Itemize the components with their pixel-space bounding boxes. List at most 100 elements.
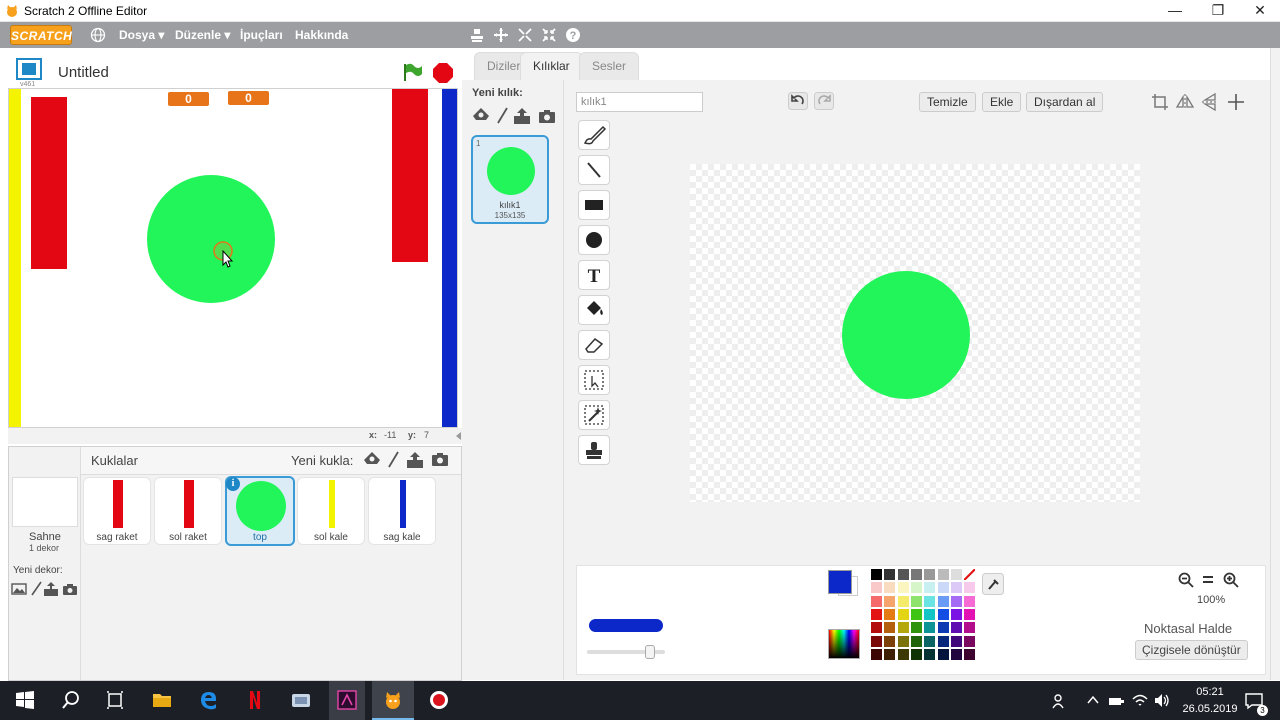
set-center-icon[interactable] bbox=[1226, 92, 1246, 112]
minimize-button[interactable]: — bbox=[1153, 0, 1197, 22]
flip-vertical-icon[interactable] bbox=[1200, 92, 1220, 112]
color-swatch[interactable] bbox=[923, 607, 937, 621]
color-swatch[interactable] bbox=[870, 647, 883, 661]
file-explorer-icon[interactable] bbox=[151, 689, 173, 711]
upload-sprite-icon[interactable] bbox=[406, 451, 424, 469]
cut-icon[interactable] bbox=[492, 26, 510, 44]
zoom-in-icon[interactable] bbox=[1223, 572, 1239, 588]
color-swatch[interactable] bbox=[909, 594, 923, 608]
color-swatch[interactable] bbox=[883, 568, 897, 581]
close-button[interactable]: ✕ bbox=[1238, 0, 1280, 22]
crop-icon[interactable] bbox=[1150, 92, 1170, 112]
paint-costume-icon[interactable] bbox=[495, 107, 509, 125]
tab-costumes[interactable]: Kılıklar bbox=[520, 52, 583, 80]
costume-name-input[interactable] bbox=[576, 92, 703, 112]
clock-date[interactable]: 26.05.2019 bbox=[1170, 703, 1250, 715]
color-swatch[interactable] bbox=[923, 594, 937, 608]
color-swatch[interactable] bbox=[936, 621, 950, 635]
color-swatch[interactable] bbox=[963, 594, 977, 608]
paint-backdrop-icon[interactable] bbox=[29, 581, 43, 597]
volume-icon[interactable] bbox=[1153, 692, 1171, 709]
windows-start-icon[interactable] bbox=[14, 689, 36, 711]
color-swatch[interactable] bbox=[883, 607, 897, 621]
color-swatch[interactable] bbox=[909, 621, 923, 635]
select-tool[interactable] bbox=[578, 365, 610, 395]
color-swatch[interactable] bbox=[949, 621, 963, 635]
adobe-app-icon[interactable] bbox=[336, 689, 358, 711]
color-swatch[interactable] bbox=[963, 568, 977, 581]
color-swatch[interactable] bbox=[963, 581, 977, 595]
color-swatch[interactable] bbox=[883, 647, 897, 661]
color-swatch[interactable] bbox=[896, 634, 910, 648]
color-swatch[interactable] bbox=[936, 647, 950, 661]
color-swatch[interactable] bbox=[896, 568, 910, 581]
color-swatch[interactable] bbox=[936, 607, 950, 621]
menu-file[interactable]: Dosya ▾ bbox=[119, 28, 164, 42]
rectangle-tool[interactable] bbox=[578, 190, 610, 220]
color-swatch[interactable] bbox=[949, 581, 963, 595]
brush-size-thumb[interactable] bbox=[645, 645, 655, 659]
ellipse-tool[interactable] bbox=[578, 225, 610, 255]
ball-sprite[interactable] bbox=[147, 175, 275, 303]
chevron-up-icon[interactable] bbox=[1087, 695, 1099, 705]
color-swatch[interactable] bbox=[909, 581, 923, 595]
menu-tips[interactable]: İpuçları bbox=[240, 28, 283, 42]
help-icon[interactable]: ? bbox=[564, 26, 582, 44]
backdrop-library-icon[interactable] bbox=[11, 582, 27, 596]
stamp-tool[interactable] bbox=[578, 435, 610, 465]
sprite-info-icon[interactable]: i bbox=[226, 477, 240, 491]
undo-icon[interactable] bbox=[788, 92, 808, 110]
import-button[interactable]: Dışardan al bbox=[1026, 92, 1104, 112]
brush-size-slider[interactable] bbox=[587, 645, 665, 659]
upload-backdrop-icon[interactable] bbox=[43, 581, 59, 597]
color-swatch[interactable] bbox=[949, 634, 963, 648]
vertical-scrollbar[interactable] bbox=[1270, 48, 1280, 680]
right-paddle-sprite[interactable] bbox=[392, 89, 428, 262]
color-swatch[interactable] bbox=[949, 647, 963, 661]
color-swatch[interactable] bbox=[936, 581, 950, 595]
color-swatch[interactable] bbox=[923, 581, 937, 595]
right-goal-sprite[interactable] bbox=[442, 89, 457, 427]
color-swatch[interactable] bbox=[883, 621, 897, 635]
primary-color[interactable] bbox=[828, 570, 852, 594]
maximize-button[interactable]: ❐ bbox=[1196, 0, 1240, 22]
color-swatch[interactable] bbox=[963, 634, 977, 648]
color-swatch[interactable] bbox=[923, 621, 937, 635]
fill-tool[interactable] bbox=[578, 295, 610, 325]
color-swatch[interactable] bbox=[936, 594, 950, 608]
convert-to-vector-button[interactable]: Çizgisele dönüştür bbox=[1135, 640, 1248, 660]
color-swatch[interactable] bbox=[936, 568, 950, 581]
color-swatch[interactable] bbox=[870, 581, 883, 595]
color-swatch[interactable] bbox=[923, 647, 937, 661]
zoom-reset-icon[interactable] bbox=[1201, 572, 1215, 588]
netflix-icon[interactable] bbox=[244, 689, 266, 711]
color-swatch[interactable] bbox=[909, 607, 923, 621]
scratch-taskbar-icon[interactable] bbox=[382, 689, 404, 711]
text-tool[interactable]: T bbox=[578, 260, 610, 290]
add-button[interactable]: Ekle bbox=[982, 92, 1022, 112]
color-swatch[interactable] bbox=[870, 607, 883, 621]
flip-horizontal-icon[interactable] bbox=[1175, 92, 1195, 112]
eraser-tool[interactable] bbox=[578, 330, 610, 360]
color-swatch[interactable] bbox=[883, 634, 897, 648]
duplicate-stamp-icon[interactable] bbox=[468, 26, 486, 44]
color-swatch[interactable] bbox=[896, 607, 910, 621]
brush-tool[interactable] bbox=[578, 120, 610, 150]
camera-backdrop-icon[interactable] bbox=[62, 583, 78, 596]
wifi-icon[interactable] bbox=[1131, 692, 1149, 709]
task-view-icon[interactable] bbox=[104, 689, 126, 711]
screen-recorder-icon[interactable] bbox=[428, 689, 450, 711]
stage[interactable]: 0 0 bbox=[8, 88, 458, 428]
paint-canvas[interactable] bbox=[690, 164, 1140, 502]
generic-app-icon[interactable] bbox=[290, 689, 312, 711]
search-icon[interactable] bbox=[60, 689, 82, 711]
costume-item[interactable]: 1 kılık1 135x135 bbox=[471, 135, 549, 224]
left-goal-sprite[interactable] bbox=[9, 89, 21, 427]
color-swatch[interactable] bbox=[896, 581, 910, 595]
color-swatch[interactable] bbox=[963, 621, 977, 635]
eyedropper-icon[interactable] bbox=[982, 573, 1004, 595]
clock-time[interactable]: 05:21 bbox=[1180, 686, 1240, 698]
color-swatch[interactable] bbox=[883, 581, 897, 595]
color-swatch[interactable] bbox=[870, 621, 883, 635]
collapse-stage-icon[interactable] bbox=[454, 431, 462, 441]
